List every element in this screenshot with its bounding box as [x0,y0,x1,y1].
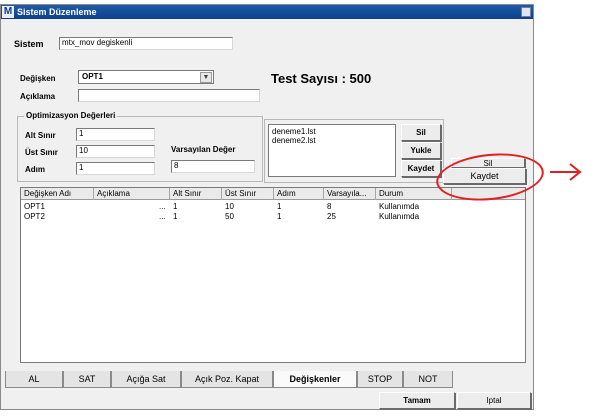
list-file-box[interactable]: deneme1.lst deneme2.lst [268,124,396,177]
cell-varsayilan: 8 [327,202,332,211]
annotation-arrow-icon [550,163,582,181]
list-kaydet-button[interactable]: Kaydet [401,160,441,177]
cell-durum: Kullanımda [379,212,420,221]
tamam-button[interactable]: Tamam [379,392,455,409]
cell-varsayilan: 25 [327,212,336,221]
tab-sat[interactable]: SAT [63,371,111,388]
sistem-input[interactable]: mtx_mov degiskenli [59,37,233,50]
column-header-adim[interactable]: Adım [274,188,324,200]
app-icon: M [2,6,14,18]
degisken-select[interactable]: OPT1 ▼ [78,70,214,84]
list-yukle-button[interactable]: Yukle [401,142,441,159]
optimization-group-title: Optimizasyon Değerleri [24,111,118,120]
cell-desc: ... [159,202,166,211]
varsayilan-input[interactable]: 8 [171,160,255,173]
iptal-button[interactable]: Iptal [457,392,531,409]
footer-bar: Tamam Iptal [5,392,531,410]
chevron-down-icon[interactable]: ▼ [200,72,212,83]
cell-alt: 1 [173,212,178,221]
cell-ust: 50 [225,212,234,221]
ust-sinir-label: Üst Sınır [25,148,58,157]
tab-acik-poz-kapat[interactable]: Açık Poz. Kapat [181,371,273,388]
cell-desc: ... [159,212,166,221]
cell-alt: 1 [173,202,178,211]
cell-adim: 1 [277,212,282,221]
column-header-alt-sinir[interactable]: Alt Sınır [170,188,222,200]
variables-grid[interactable]: Değişken Adı Açıklama Alt Sınır Üst Sını… [20,187,526,363]
tab-not[interactable]: NOT [403,371,453,388]
column-header-varsayilan[interactable]: Varsayıla... [324,188,376,200]
list-sil-button[interactable]: Sil [401,124,441,141]
degisken-label: Değişken [20,74,56,83]
tab-stop[interactable]: STOP [357,371,403,388]
title-bar: M Sistem Düzenleme [1,5,533,19]
adim-input[interactable]: 1 [76,162,155,175]
adim-label: Adım [25,165,45,174]
list-item[interactable]: deneme2.lst [272,136,392,145]
cell-name: OPT2 [24,212,45,221]
varsayilan-label: Varsayılan Değer [171,145,236,154]
sistem-duzenleme-window: M Sistem Düzenleme Sistem mtx_mov degisk… [0,4,534,410]
ust-sinir-input[interactable]: 10 [76,145,155,158]
degisken-selected-value: OPT1 [82,72,103,81]
cell-ust: 10 [225,202,234,211]
tab-degiskenler[interactable]: Değişkenler [273,371,357,388]
sistem-label: Sistem [14,39,44,49]
aciklama-input[interactable] [78,89,260,102]
cell-adim: 1 [277,202,282,211]
alt-sinir-input[interactable]: 1 [76,128,155,141]
table-row[interactable]: OPT2 ... 1 50 1 25 Kullanımda [21,212,525,222]
tab-al[interactable]: AL [5,371,63,388]
aciklama-label: Açıklama [20,92,56,101]
tab-aciga-sat[interactable]: Açığa Sat [111,371,181,388]
column-header-degisken-adi[interactable]: Değişken Adı [21,188,94,200]
column-header-aciklama[interactable]: Açıklama [94,188,170,200]
window-title: Sistem Düzenleme [17,7,97,17]
cell-name: OPT1 [24,202,45,211]
alt-sinir-label: Alt Sınır [25,131,56,140]
table-row[interactable]: OPT1 ... 1 10 1 8 Kullanımda [21,202,525,212]
cell-durum: Kullanımda [379,202,420,211]
column-header-ust-sinir[interactable]: Üst Sınır [222,188,274,200]
list-item[interactable]: deneme1.lst [272,127,392,136]
tab-bar: AL SAT Açığa Sat Açık Poz. Kapat Değişke… [5,371,531,389]
window-control-button[interactable] [521,7,531,17]
test-count: Test Sayısı : 500 [271,71,372,86]
